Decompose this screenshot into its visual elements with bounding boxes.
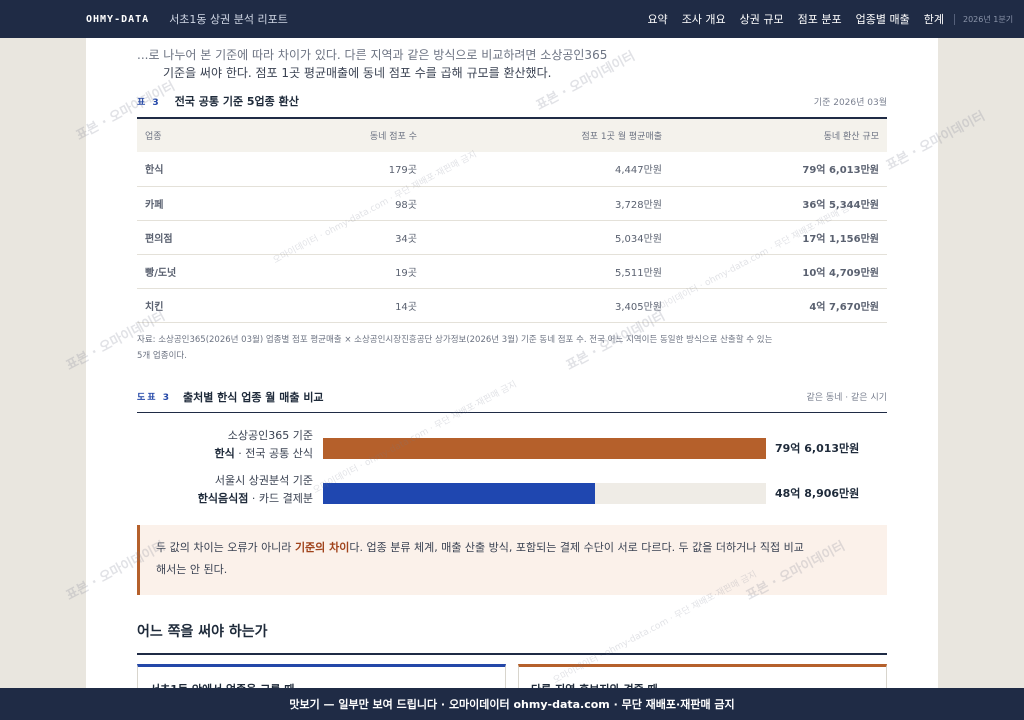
table-date-note: 기준 2026년 03월 bbox=[813, 97, 887, 108]
cell-store-count: 19곳 bbox=[247, 254, 417, 289]
cell-avg-sales: 3,405만원 bbox=[417, 288, 662, 323]
callout-text-line2: 해서는 안 된다. bbox=[156, 563, 228, 576]
nav-item-market-size[interactable]: 상권 규모 bbox=[740, 11, 784, 27]
cell-industry: 편의점 bbox=[137, 220, 247, 255]
figure-note: 같은 동네 · 같은 시기 bbox=[806, 393, 887, 403]
column-header-store-count: 동네 점포 수 bbox=[369, 132, 417, 142]
bar-label-source: 소상공인365 기준 bbox=[227, 429, 313, 442]
table-row: 치킨 14곳 3,405만원 4억 7,670만원 bbox=[137, 288, 887, 323]
bar-value: 48억 8,906만원 bbox=[775, 487, 860, 500]
cell-scale: 17억 1,156만원 bbox=[662, 220, 887, 255]
nav-item-limitations[interactable]: 한계 bbox=[924, 11, 944, 27]
figure-caption: 출처별 한식 업종 월 매출 비교 bbox=[182, 390, 324, 404]
figure-tag: 도표 3 bbox=[137, 393, 171, 403]
bar-label-method: · 전국 공통 산식 bbox=[234, 447, 313, 460]
intro-paragraph: ...로 나누어 본 기준에 따라 차이가 있다. 다른 지역과 같은 방식으로… bbox=[137, 46, 887, 82]
report-page: ...로 나누어 본 기준에 따라 차이가 있다. 다른 지역과 같은 방식으로… bbox=[86, 38, 938, 688]
nav-item-store-distribution[interactable]: 점포 분포 bbox=[798, 11, 842, 27]
bar-label-category: 한식음식점 · 카드 결제분 bbox=[198, 490, 313, 508]
callout-text-pre: 두 값의 차이는 오류가 아니라 bbox=[156, 541, 295, 554]
report-date: 2026년 1분기 bbox=[954, 13, 1024, 25]
callout-highlight: 기준의 차이 bbox=[294, 541, 350, 554]
cell-industry: 치킨 bbox=[137, 288, 247, 323]
cell-industry: 한식 bbox=[137, 152, 247, 187]
intro-line-1: ...로 나누어 본 기준에 따라 차이가 있다. 다른 지역과 같은 방식으로… bbox=[137, 48, 608, 62]
bar-track bbox=[323, 483, 766, 504]
figure-header: 도표 3 출처별 한식 업종 월 매출 비교 같은 동네 · 같은 시기 bbox=[137, 387, 887, 413]
bar-label: 서울시 상권분석 기준 한식음식점 · 카드 결제분 bbox=[198, 472, 313, 508]
bar-label-industry: 한식 bbox=[214, 447, 235, 460]
table-row: 카페 98곳 3,728만원 36억 5,344만원 bbox=[137, 186, 887, 221]
source-line-2: 5개 업종이다. bbox=[137, 351, 187, 361]
cell-avg-sales: 4,447만원 bbox=[417, 152, 662, 187]
table-header: 표 3 전국 공통 기준 5업종 환산 기준 2026년 03월 bbox=[137, 92, 887, 110]
cell-store-count: 98곳 bbox=[247, 186, 417, 221]
bar-fill bbox=[323, 438, 766, 459]
cell-store-count: 179곳 bbox=[247, 152, 417, 187]
bar-fill bbox=[323, 483, 595, 504]
industry-table: 업종 동네 점포 수 점포 1곳 월 평균매출 동네 환산 규모 한식 179곳… bbox=[137, 117, 887, 323]
table-header-row: 업종 동네 점포 수 점포 1곳 월 평균매출 동네 환산 규모 bbox=[137, 118, 887, 152]
bar-label-category: 한식 · 전국 공통 산식 bbox=[215, 445, 313, 463]
brand-logo[interactable]: OHMY-DATA bbox=[86, 14, 149, 25]
cell-avg-sales: 5,034만원 bbox=[417, 220, 662, 255]
intro-line-2: 기준을 써야 한다. 점포 1곳 평균매출에 동네 점포 수를 곱해 규모를 환… bbox=[163, 66, 552, 80]
cell-avg-sales: 3,728만원 bbox=[417, 186, 662, 221]
column-header-industry: 업종 bbox=[145, 132, 162, 142]
table-row: 한식 179곳 4,447만원 79억 6,013만원 bbox=[137, 152, 887, 187]
callout-text-post: 다. 업종 분류 체계, 매출 산출 방식, 포함되는 결제 수단이 서로 다르… bbox=[349, 541, 804, 554]
cell-industry: 카페 bbox=[137, 186, 247, 221]
bar-label-method: · 카드 결제분 bbox=[248, 492, 313, 505]
callout-box: 두 값의 차이는 오류가 아니라 기준의 차이다. 업종 분류 체계, 매출 산… bbox=[137, 525, 887, 595]
cell-scale: 4억 7,670만원 bbox=[662, 288, 887, 323]
cell-store-count: 34곳 bbox=[247, 220, 417, 255]
nav-menu: 요약 조사 개요 상권 규모 점포 분포 업종별 매출 한계 2026년 1분기 bbox=[633, 0, 1024, 38]
bar-row-sbiz365: 소상공인365 기준 한식 · 전국 공통 산식 79억 6,013만원 bbox=[137, 427, 887, 471]
cell-scale: 10억 4,709만원 bbox=[662, 254, 887, 289]
bar-label-industry: 한식음식점 bbox=[197, 492, 249, 505]
top-nav-bar: OHMY-DATA 서초1동 상권 분석 리포트 요약 조사 개요 상권 규모 … bbox=[0, 0, 1024, 38]
preview-footer-banner: 맛보기 — 일부만 보여 드립니다 · 오마이데이터 ohmy-data.com… bbox=[0, 688, 1024, 720]
cell-store-count: 14곳 bbox=[247, 288, 417, 323]
column-header-avg-sales: 점포 1곳 월 평균매출 bbox=[581, 132, 662, 142]
nav-item-overview[interactable]: 조사 개요 bbox=[682, 11, 726, 27]
cell-scale: 36억 5,344만원 bbox=[662, 186, 887, 221]
card-cross-region[interactable]: 다른 지역 후보지와 견줄 때 bbox=[518, 664, 887, 688]
table-row: 빵/도넛 19곳 5,511만원 10억 4,709만원 bbox=[137, 254, 887, 289]
column-header-scale: 동네 환산 규모 bbox=[823, 132, 879, 142]
source-line-1: 자료: 소상공인365(2026년 03월) 업종별 점포 평균매출 × 소상공… bbox=[137, 335, 773, 345]
bar-value: 79억 6,013만원 bbox=[775, 442, 860, 455]
cell-scale: 79억 6,013만원 bbox=[662, 152, 887, 187]
bar-row-seoul: 서울시 상권분석 기준 한식음식점 · 카드 결제분 48억 8,906만원 bbox=[137, 472, 887, 516]
bar-track bbox=[323, 438, 766, 459]
table-caption: 전국 공통 기준 5업종 환산 bbox=[174, 95, 299, 108]
table-source-note: 자료: 소상공인365(2026년 03월) 업종별 점포 평균매출 × 소상공… bbox=[137, 332, 887, 364]
cell-avg-sales: 5,511만원 bbox=[417, 254, 662, 289]
cell-industry: 빵/도넛 bbox=[137, 254, 247, 289]
bar-label-source: 서울시 상권분석 기준 bbox=[214, 474, 313, 487]
nav-item-sales-by-industry[interactable]: 업종별 매출 bbox=[856, 11, 910, 27]
bar-label: 소상공인365 기준 한식 · 전국 공통 산식 bbox=[215, 427, 313, 463]
card-local-choice[interactable]: 서초1동 안에서 업종을 고를 때 bbox=[137, 664, 506, 688]
table-tag: 표 3 bbox=[137, 97, 161, 108]
section-title: 어느 쪽을 써야 하는가 bbox=[137, 621, 887, 655]
report-title: 서초1동 상권 분석 리포트 bbox=[169, 13, 288, 26]
table-row: 편의점 34곳 5,034만원 17억 1,156만원 bbox=[137, 220, 887, 255]
nav-item-summary[interactable]: 요약 bbox=[647, 11, 667, 27]
